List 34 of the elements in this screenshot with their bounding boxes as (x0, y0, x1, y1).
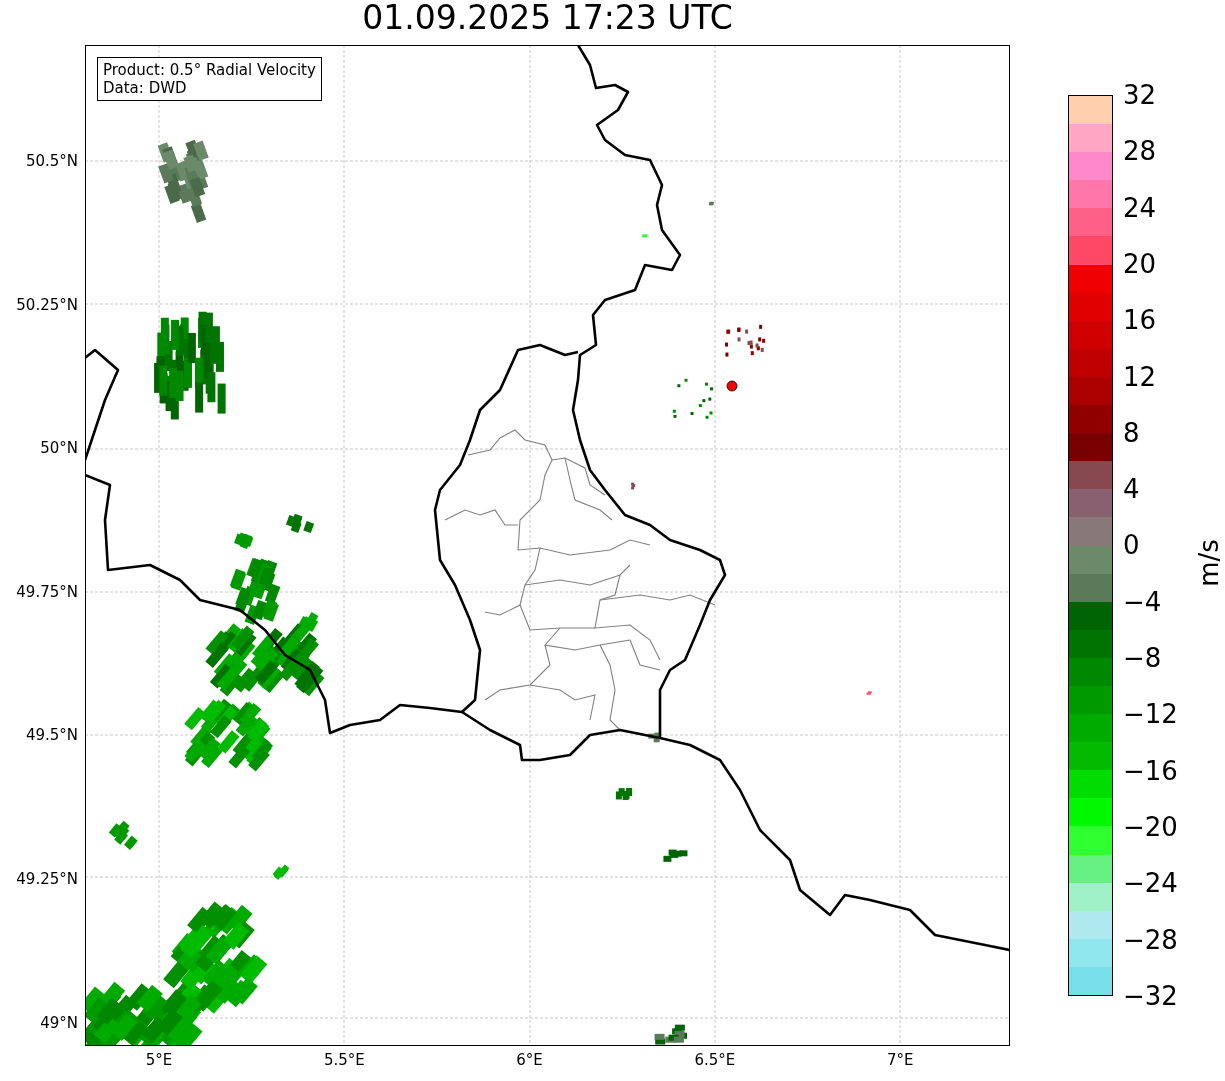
colorbar-tick-label: −8 (1123, 643, 1162, 673)
colorbar-tick-label: 8 (1123, 417, 1140, 448)
colorbar-tick-label: 0 (1123, 530, 1140, 561)
latitude-tick-label: 50.25°N (16, 295, 78, 314)
colorbar-tick-label: 28 (1123, 136, 1157, 167)
longitude-tick-label: 6.5°E (694, 1051, 736, 1069)
longitude-tick-label: 5°E (145, 1051, 173, 1069)
longitude-tick-label: 6°E (516, 1051, 543, 1069)
colorbar-tick-label: 32 (1123, 80, 1157, 110)
colorbar-tick-label: −16 (1123, 755, 1178, 786)
info-text: Product: 0.5° Radial Velocity (103, 61, 316, 79)
colorbar-tick-label: 16 (1123, 305, 1157, 336)
latitude-tick-label: 49.25°N (16, 870, 78, 888)
colorbar-tick-label: −24 (1123, 868, 1178, 899)
latitude-tick-label: 49°N (40, 1013, 78, 1032)
colorbar-tick-label: −12 (1123, 699, 1178, 730)
colorbar-tick-label: 20 (1123, 248, 1157, 279)
latitude-tick-label: 49.5°N (25, 726, 78, 745)
info-text: Data: DWD (103, 79, 188, 97)
latitude-tick-label: 50.5°N (25, 152, 78, 170)
longitude-tick-label: 7°E (886, 1051, 914, 1069)
colorbar-tick-label: 4 (1123, 474, 1140, 505)
colorbar-tick-label: 24 (1123, 192, 1157, 223)
colorbar-tick-label: −32 (1123, 980, 1178, 1011)
colorbar-tick-label: 12 (1123, 361, 1157, 392)
radar-site-marker (726, 380, 738, 392)
latitude-tick-label: 49.75°N (16, 582, 78, 601)
longitude-tick-label: 5.5°E (323, 1051, 365, 1069)
latitude-tick-label: 50°N (40, 439, 78, 458)
colorbar-tick-label: −28 (1123, 924, 1178, 955)
colorbar-tick-label: −20 (1123, 811, 1178, 842)
plot-title: 01.09.2025 17:23 UTC (361, 0, 734, 39)
colorbar-label: m/s (1193, 539, 1224, 587)
colorbar-tick-label: −4 (1123, 586, 1162, 617)
